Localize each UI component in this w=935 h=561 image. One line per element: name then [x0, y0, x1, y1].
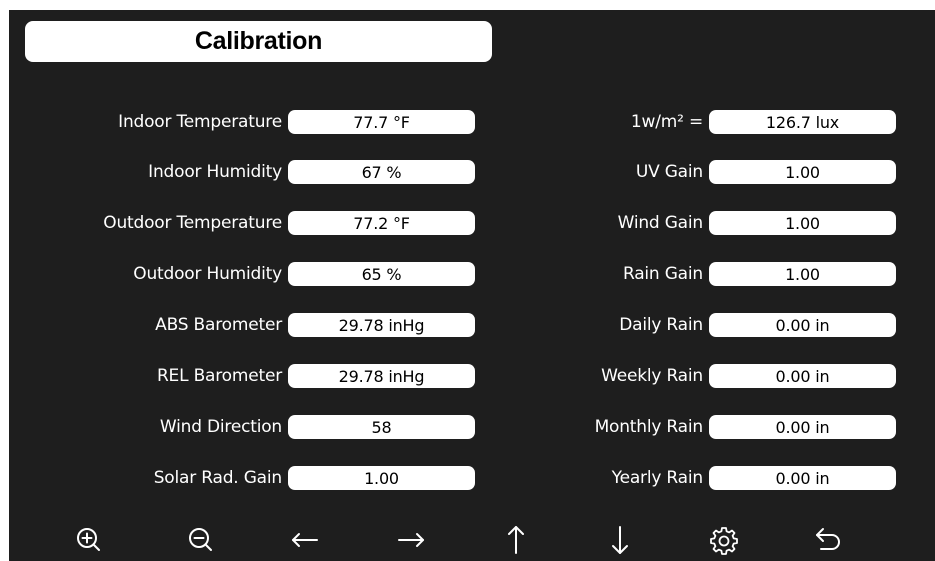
wind-gain-field[interactable]: 1.00 [709, 211, 896, 235]
arrow-left-button[interactable] [283, 518, 327, 561]
field-label: Wind Gain [617, 213, 704, 233]
lux-conversion-field[interactable]: 126.7 lux [709, 110, 896, 134]
field-row-yearly-rain: Yearly Rain 0.00 in [475, 465, 897, 491]
field-row-indoor-temperature: Indoor Temperature 77.7 °F [9, 109, 475, 135]
arrow-up-icon [508, 525, 524, 554]
zoom-in-icon [77, 527, 100, 551]
rain-gain-field[interactable]: 1.00 [709, 262, 896, 286]
field-row-solar-rad-gain: Solar Rad. Gain 1.00 [9, 465, 475, 491]
field-row-rain-gain: Rain Gain 1.00 [475, 261, 897, 287]
field-label: Daily Rain [619, 315, 703, 335]
field-label: ABS Barometer [155, 315, 282, 335]
zoom-out-button[interactable] [179, 518, 223, 561]
field-label: Weekly Rain [601, 366, 703, 386]
field-row-daily-rain: Daily Rain 0.00 in [475, 312, 897, 338]
field-row-rel-barometer: REL Barometer 29.78 inHg [9, 363, 475, 389]
indoor-temperature-field[interactable]: 77.7 °F [288, 110, 475, 134]
rel-barometer-field[interactable]: 29.78 inHg [288, 364, 475, 388]
arrow-left-icon [292, 532, 318, 547]
field-row-abs-barometer: ABS Barometer 29.78 inHg [9, 312, 475, 338]
zoom-in-button[interactable] [67, 518, 111, 561]
field-row-lux-conversion: 1w/m² = 126.7 lux [475, 109, 897, 135]
arrow-right-button[interactable] [389, 518, 433, 561]
field-row-monthly-rain: Monthly Rain 0.00 in [475, 414, 897, 440]
abs-barometer-field[interactable]: 29.78 inHg [288, 313, 475, 337]
field-label: Indoor Humidity [148, 162, 282, 182]
bottom-toolbar [9, 518, 935, 561]
arrow-right-icon [398, 532, 424, 547]
settings-button[interactable] [702, 518, 746, 561]
field-label: Outdoor Temperature [103, 213, 282, 233]
field-label: Outdoor Humidity [133, 264, 282, 284]
solar-rad-gain-field[interactable]: 1.00 [288, 466, 475, 490]
outdoor-temperature-field[interactable]: 77.2 °F [288, 211, 475, 235]
page-title: Calibration [25, 21, 492, 62]
monthly-rain-field[interactable]: 0.00 in [709, 415, 896, 439]
arrow-up-button[interactable] [494, 518, 538, 561]
field-row-indoor-humidity: Indoor Humidity 67 % [9, 159, 475, 185]
uv-gain-field[interactable]: 1.00 [709, 160, 896, 184]
field-label: 1w/m² = [630, 112, 703, 132]
arrow-down-button[interactable] [598, 518, 642, 561]
yearly-rain-field[interactable]: 0.00 in [709, 466, 896, 490]
field-label: Yearly Rain [611, 468, 704, 488]
outdoor-humidity-field[interactable]: 65 % [288, 262, 475, 286]
field-label: Solar Rad. Gain [153, 468, 282, 488]
wind-direction-field[interactable]: 58 [288, 415, 475, 439]
indoor-humidity-field[interactable]: 67 % [288, 160, 475, 184]
field-row-outdoor-humidity: Outdoor Humidity 65 % [9, 261, 475, 287]
weekly-rain-field[interactable]: 0.00 in [709, 364, 896, 388]
field-label: UV Gain [635, 162, 703, 182]
arrow-down-icon [612, 525, 628, 554]
field-row-wind-direction: Wind Direction 58 [9, 414, 475, 440]
return-button[interactable] [807, 518, 851, 561]
return-icon [816, 527, 840, 550]
field-row-uv-gain: UV Gain 1.00 [475, 159, 897, 185]
field-row-outdoor-temperature: Outdoor Temperature 77.2 °F [9, 210, 475, 236]
daily-rain-field[interactable]: 0.00 in [709, 313, 896, 337]
field-label: Wind Direction [159, 417, 282, 437]
field-label: Rain Gain [622, 264, 703, 284]
field-row-weekly-rain: Weekly Rain 0.00 in [475, 363, 897, 389]
field-label: Indoor Temperature [118, 112, 282, 132]
calibration-screen: Calibration Indoor Temperature 77.7 °F I… [9, 10, 935, 561]
zoom-out-icon [189, 527, 212, 551]
field-row-wind-gain: Wind Gain 1.00 [475, 210, 897, 236]
field-label: REL Barometer [156, 366, 282, 386]
field-label: Monthly Rain [594, 417, 704, 437]
gear-icon [710, 526, 738, 555]
